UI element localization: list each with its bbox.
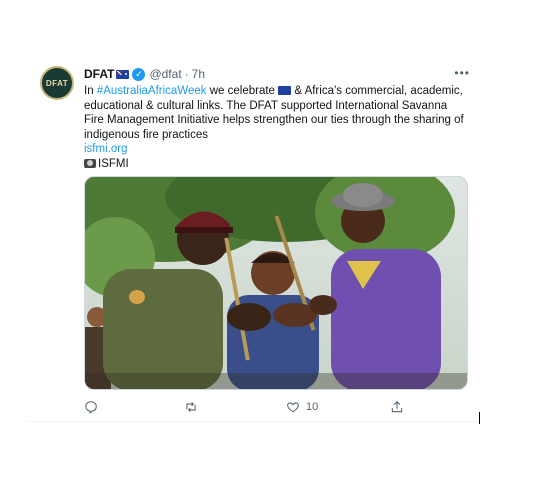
reply-icon: [85, 401, 97, 414]
avatar-logo-text: DFAT: [45, 78, 69, 88]
photo-illustration: [85, 177, 467, 389]
photo-credit: ISFMI: [98, 157, 129, 170]
like-button[interactable]: 10: [286, 400, 318, 414]
tweet-content: DFAT ✓ @dfat · 7h In #AustraliaAfricaWee…: [84, 66, 474, 171]
camera-icon: [84, 158, 96, 168]
user-handle[interactable]: @dfat: [149, 67, 181, 81]
retweet-button[interactable]: [184, 400, 204, 414]
tweet-header: DFAT ✓ @dfat · 7h: [84, 66, 474, 82]
retweet-icon: [186, 401, 196, 413]
share-button[interactable]: [390, 400, 404, 414]
hashtag-link[interactable]: #AustraliaAfricaWeek: [97, 85, 207, 97]
share-icon: [391, 401, 403, 413]
divider: [28, 421, 480, 422]
text-cursor: [479, 412, 480, 424]
more-options-icon[interactable]: •••: [454, 66, 470, 80]
separator-dot: ·: [184, 67, 189, 81]
australia-flag-icon: [278, 86, 292, 96]
tweet-photo[interactable]: [84, 176, 468, 390]
display-name[interactable]: DFAT: [84, 67, 114, 81]
australia-flag-icon: [116, 69, 130, 79]
tweet-actions: 10: [84, 400, 444, 416]
timestamp[interactable]: 7h: [192, 67, 205, 81]
heart-icon: [287, 402, 299, 413]
tweet-text-part: In: [84, 85, 97, 97]
external-link[interactable]: isfmi.org: [84, 143, 127, 155]
like-count: 10: [306, 401, 319, 413]
reply-button[interactable]: [84, 400, 104, 414]
tweet-text: In #AustraliaAfricaWeek we celebrate & A…: [84, 84, 469, 171]
tweet-text-part: we celebrate: [206, 85, 279, 97]
verified-badge-icon: ✓: [132, 67, 146, 81]
avatar[interactable]: DFAT: [40, 66, 74, 100]
